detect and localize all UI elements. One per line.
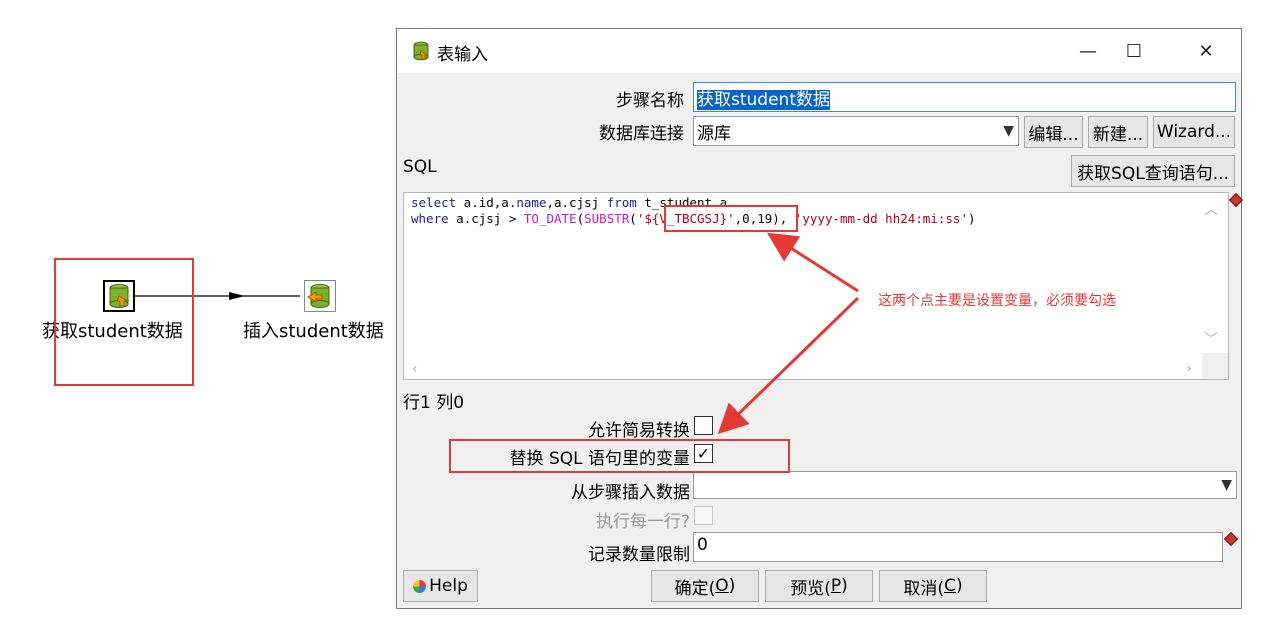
execute-each-row-label: 执行每一行? bbox=[595, 512, 690, 532]
minimize-icon[interactable]: — bbox=[1065, 29, 1111, 73]
annotation-arrows bbox=[717, 232, 860, 435]
sql-token: from bbox=[606, 195, 637, 210]
get-sql-button[interactable]: 获取SQL查询语句... bbox=[1071, 155, 1235, 187]
sql-token: TO_DATE bbox=[523, 211, 577, 226]
annotation-text: 这两个点主要是设置变量，必须要勾选 bbox=[878, 293, 1116, 309]
step-highlight-box bbox=[54, 258, 194, 386]
title-bar[interactable]: 表输入 — ☐ ✕ bbox=[397, 29, 1241, 73]
cancel-button[interactable]: 取消(C) bbox=[879, 570, 987, 602]
sql-label: SQL bbox=[403, 157, 437, 177]
dialog-title: 表输入 bbox=[437, 45, 488, 65]
scroll-down-icon[interactable]: ﹀ bbox=[1204, 329, 1218, 349]
preview-label-end: ) bbox=[841, 576, 848, 596]
step-insert-student-icon[interactable] bbox=[304, 280, 336, 312]
wizard-button[interactable]: Wizard... bbox=[1153, 116, 1235, 148]
sql-token: select bbox=[411, 195, 457, 210]
limit-input[interactable]: 0 bbox=[693, 532, 1223, 562]
sql-token: a.id,a. bbox=[456, 195, 517, 210]
close-icon[interactable]: ✕ bbox=[1183, 29, 1229, 73]
cursor-position: 行1 列0 bbox=[403, 393, 465, 413]
help-button[interactable]: Help bbox=[403, 570, 478, 602]
sql-token: ( bbox=[576, 211, 585, 226]
step-name-value: 获取student数据 bbox=[697, 90, 830, 110]
variable-indicator-icon bbox=[1223, 531, 1239, 547]
step-name-label: 步骤名称 bbox=[616, 91, 684, 111]
lazy-conversion-label: 允许简易转换 bbox=[588, 421, 690, 441]
help-label: Help bbox=[429, 576, 468, 596]
preview-mnemonic: P bbox=[830, 576, 842, 596]
new-connection-button[interactable]: 新建... bbox=[1088, 116, 1148, 148]
ok-label-end: ) bbox=[728, 576, 736, 596]
cancel-label: 取消( bbox=[903, 578, 945, 599]
maximize-icon[interactable]: ☐ bbox=[1111, 29, 1157, 73]
sql-token: a.cjsj > bbox=[448, 211, 524, 226]
db-connection-label: 数据库连接 bbox=[599, 124, 684, 144]
replace-variables-highlight-box bbox=[449, 439, 790, 473]
db-connection-value: 源库 bbox=[697, 124, 731, 144]
scrollbar-corner bbox=[1202, 353, 1228, 379]
sql-token: 'yyyy-mm-dd hh24:mi:ss' bbox=[794, 211, 968, 226]
sql-token: where bbox=[411, 211, 449, 226]
limit-value: 0 bbox=[697, 535, 708, 555]
step-name-input[interactable]: 获取student数据 bbox=[693, 82, 1236, 112]
db-connection-select[interactable]: 源库 ▼ bbox=[693, 116, 1019, 146]
ok-button[interactable]: 确定(O) bbox=[651, 570, 759, 602]
edit-connection-button[interactable]: 编辑... bbox=[1024, 116, 1083, 148]
sql-token: SUBSTR bbox=[584, 211, 630, 226]
chevron-down-icon: ▼ bbox=[1003, 123, 1014, 139]
insert-from-step-label: 从步骤插入数据 bbox=[571, 483, 690, 503]
cancel-mnemonic: C bbox=[944, 576, 956, 596]
scroll-up-icon[interactable]: ︿ bbox=[1204, 199, 1218, 219]
limit-label: 记录数量限制 bbox=[588, 545, 690, 565]
insert-update-icon bbox=[307, 284, 330, 308]
cancel-label-end: ) bbox=[955, 576, 963, 596]
sql-token: name bbox=[516, 195, 547, 210]
chevron-down-icon: ▼ bbox=[1221, 477, 1232, 493]
transformation-canvas: 获取student数据 插入student数据 bbox=[0, 0, 396, 639]
insert-from-step-select[interactable]: ▼ bbox=[693, 471, 1237, 499]
variable-indicator-icon bbox=[1228, 192, 1244, 208]
sql-token: ,a.cjsj bbox=[546, 195, 607, 210]
ok-mnemonic: O bbox=[715, 576, 729, 596]
help-icon bbox=[413, 579, 427, 593]
scroll-left-icon[interactable]: ‹ bbox=[412, 361, 418, 377]
sql-token: ) bbox=[967, 211, 976, 226]
preview-button[interactable]: 预览(P) bbox=[765, 570, 873, 602]
table-input-icon bbox=[413, 41, 429, 61]
scroll-right-icon[interactable]: › bbox=[1186, 361, 1192, 377]
execute-each-row-checkbox bbox=[694, 506, 713, 525]
preview-label: 预览( bbox=[790, 578, 831, 599]
sql-token: ( bbox=[629, 211, 637, 226]
ok-label: 确定( bbox=[674, 578, 716, 599]
step-insert-student-label[interactable]: 插入student数据 bbox=[243, 317, 384, 343]
